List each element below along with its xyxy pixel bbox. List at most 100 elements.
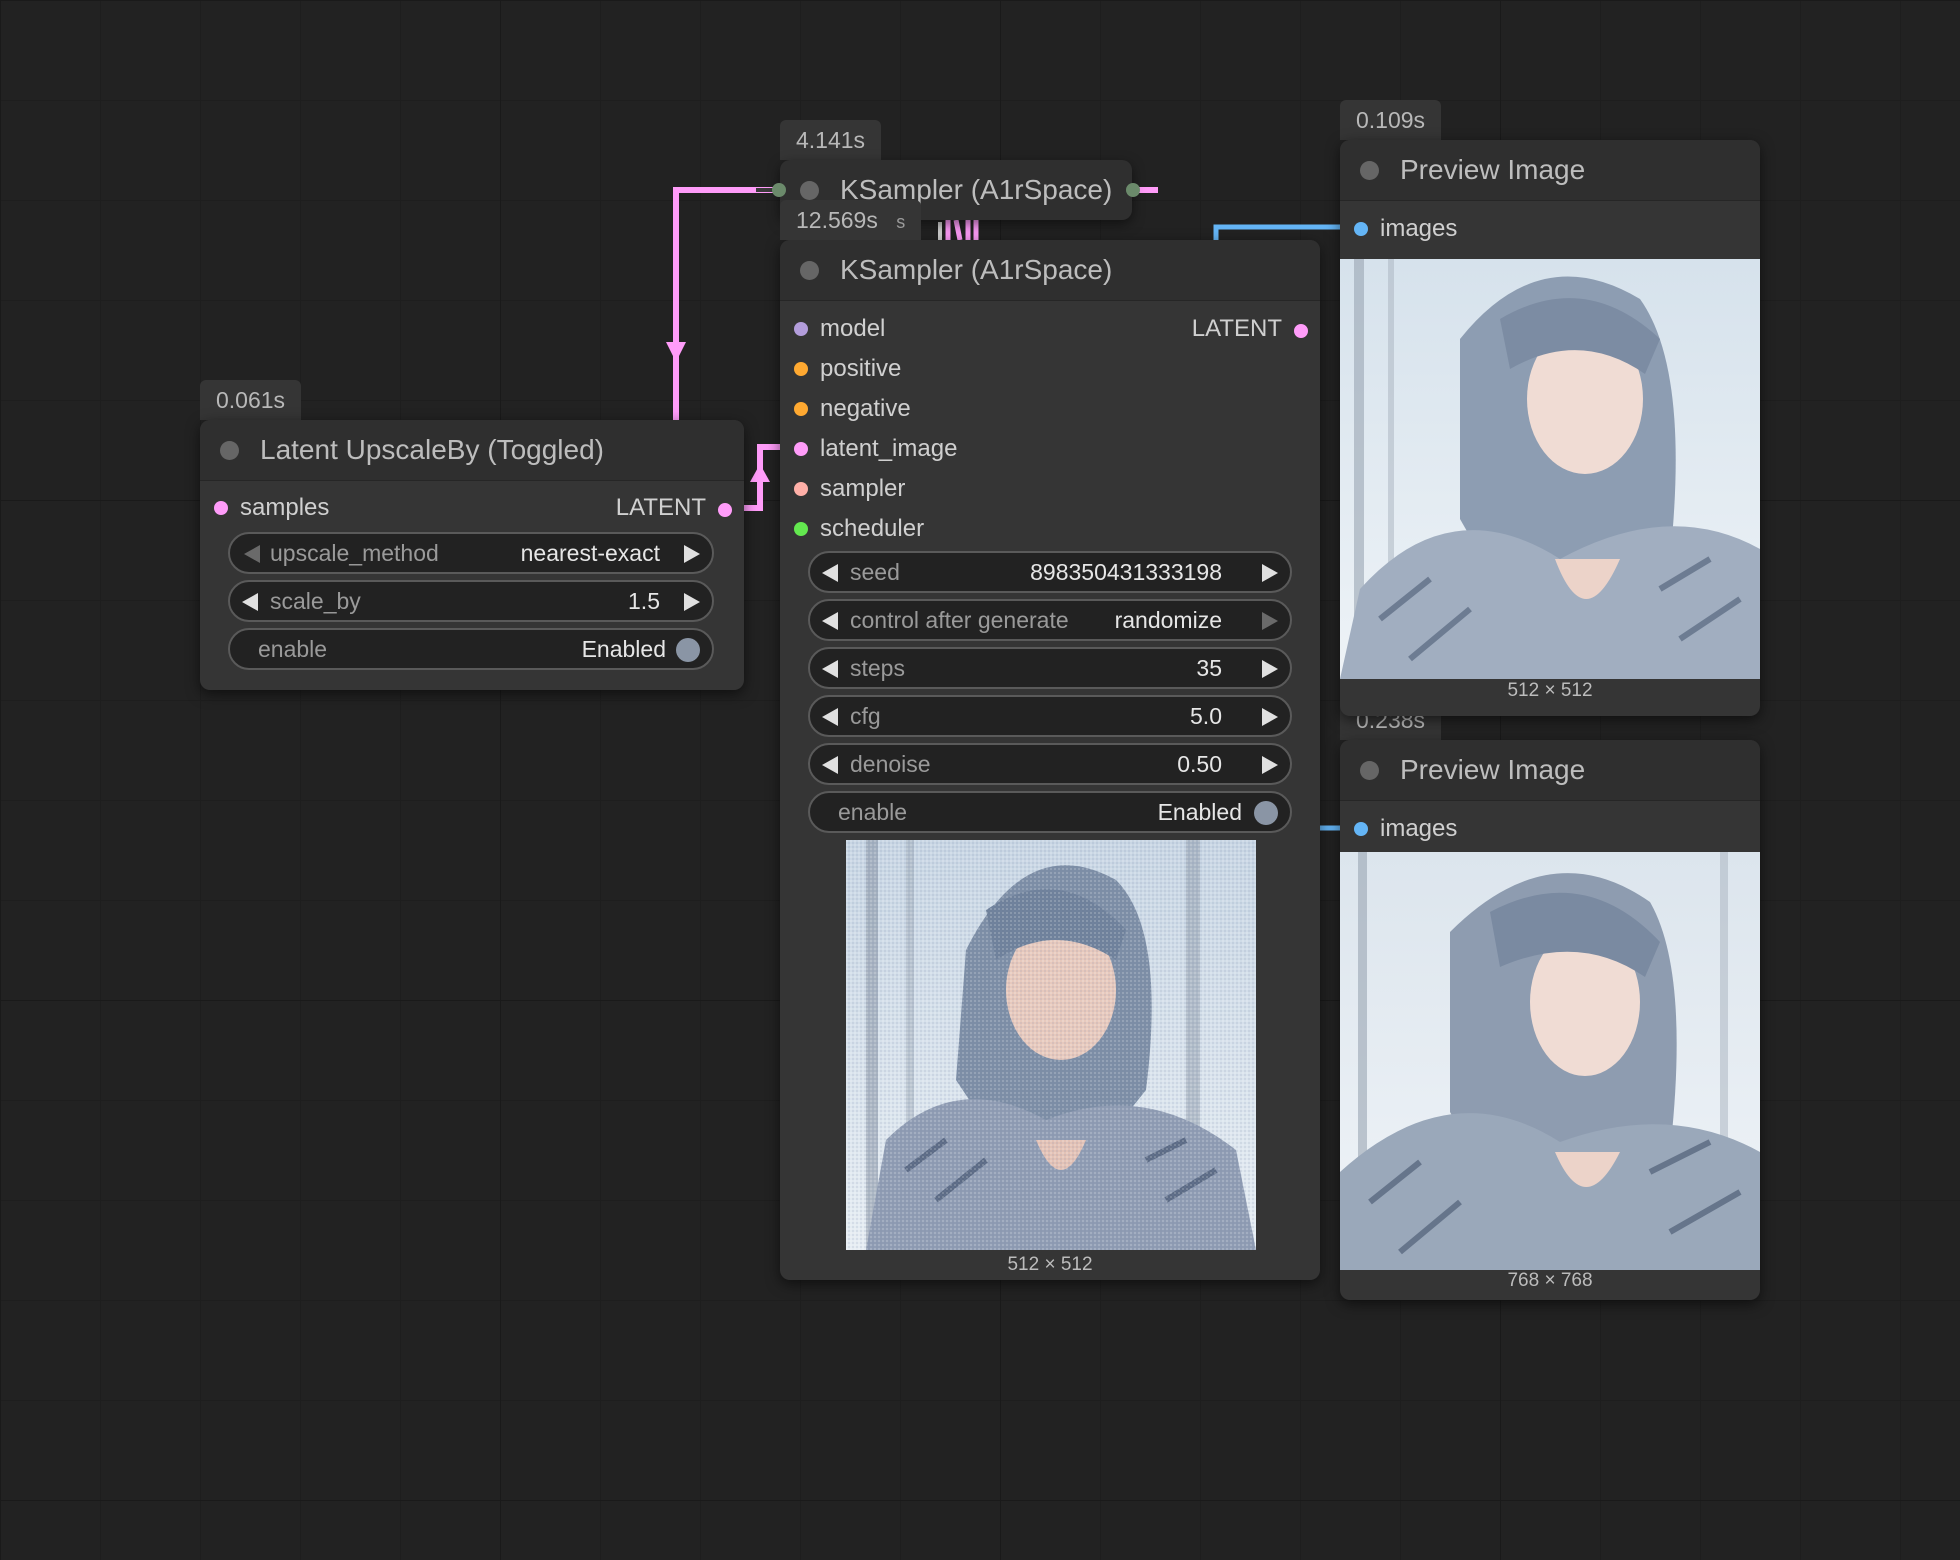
node-title: Preview Image — [1400, 754, 1586, 785]
increment-arrow-icon[interactable] — [1262, 756, 1278, 774]
denoise-number[interactable]: denoise 0.50 — [808, 743, 1292, 785]
widget-label: seed — [850, 559, 900, 585]
timing-suffix: s — [896, 212, 906, 232]
input-slot-latent-image[interactable] — [794, 442, 808, 456]
decrement-arrow-icon[interactable] — [244, 545, 260, 563]
increment-arrow-icon[interactable] — [684, 545, 700, 563]
widget-label: upscale_method — [270, 540, 439, 566]
increment-arrow-icon[interactable] — [684, 593, 700, 611]
widget-label: enable — [258, 636, 328, 662]
output-slot-latent[interactable] — [1292, 322, 1310, 340]
node-status-dot — [220, 441, 239, 460]
preview-image-node-top[interactable]: Preview Image images 512 × 512 — [1340, 140, 1760, 716]
decrement-arrow-icon[interactable] — [242, 593, 258, 611]
widget-value: nearest-exact — [520, 540, 660, 566]
node-title: KSampler (A1rSpace) — [840, 254, 1113, 285]
latent-upscale-node[interactable]: Latent UpscaleBy (Toggled) samples LATEN… — [200, 420, 744, 690]
decrement-arrow-icon[interactable] — [822, 660, 838, 678]
seed-number[interactable]: seed 898350431333198 — [808, 551, 1292, 593]
widget-value: 35 — [1196, 655, 1222, 681]
node-header[interactable]: KSampler (A1rSpace) — [780, 240, 1320, 301]
preview-image-768[interactable] — [1340, 852, 1760, 1270]
decrement-arrow-icon[interactable] — [822, 564, 838, 582]
widget-value: Enabled — [1157, 799, 1242, 825]
preview-image-node-bottom[interactable]: Preview Image images 768 × 768 — [1340, 740, 1760, 1300]
enable-toggle[interactable]: enable Enabled — [808, 791, 1292, 833]
slot-row-positive: positive — [780, 349, 1080, 389]
node-title: Preview Image — [1400, 154, 1586, 185]
ksampler-node[interactable]: KSampler (A1rSpace) model LATENT positiv… — [780, 240, 1320, 1280]
widget-label: cfg — [850, 703, 881, 729]
timing-badge-latent-upscale: 0.061s — [200, 380, 302, 420]
node-header[interactable]: Preview Image — [1340, 140, 1760, 201]
input-slot-positive[interactable] — [794, 362, 808, 376]
image-link-to-preview-top — [1213, 224, 1345, 240]
input-slot-sampler[interactable] — [794, 482, 808, 496]
increment-arrow-icon[interactable] — [1262, 660, 1278, 678]
slot-row-latent-image: latent_image — [780, 429, 1080, 469]
node-header[interactable]: Preview Image — [1340, 740, 1760, 801]
scale-by-number[interactable]: scale_by 1.5 — [228, 580, 714, 622]
enable-toggle[interactable]: enable Enabled — [228, 628, 714, 670]
increment-arrow-icon[interactable] — [1262, 612, 1278, 630]
toggle-knob-icon[interactable] — [1254, 801, 1278, 825]
collapsed-node-link-stubs — [945, 219, 979, 241]
output-slot-latent[interactable] — [716, 501, 734, 519]
input-slot-scheduler[interactable] — [794, 522, 808, 536]
cfg-number[interactable]: cfg 5.0 — [808, 695, 1292, 737]
control-after-generate-combo[interactable]: control after generate randomize — [808, 599, 1292, 641]
widget-label: denoise — [850, 751, 931, 777]
widget-label: control after generate — [850, 607, 1069, 633]
node-graph-canvas[interactable]: 4.141s 0.109s 0.061s 0.238s KSampler (A1… — [0, 0, 1960, 1560]
input-label-samples: samples — [240, 494, 330, 521]
node-status-dot — [800, 261, 819, 280]
input-slot-images[interactable] — [1354, 222, 1368, 236]
slot-row-images: images — [1340, 209, 1640, 249]
collapsed-output-dot[interactable] — [1126, 183, 1140, 197]
input-slot-model[interactable] — [794, 322, 808, 336]
input-label-images: images — [1380, 815, 1458, 842]
increment-arrow-icon[interactable] — [1262, 708, 1278, 726]
image-size-caption: 512 × 512 — [1507, 680, 1593, 701]
input-slot-samples[interactable] — [214, 501, 228, 515]
widget-value: 0.50 — [1177, 751, 1222, 777]
slot-row-scheduler: scheduler — [780, 509, 1080, 549]
increment-arrow-icon[interactable] — [1262, 564, 1278, 582]
latent-link-collapsed-to-upscale — [673, 187, 780, 420]
input-label-latent-image: latent_image — [820, 435, 958, 462]
collapsed-input-dot[interactable] — [772, 183, 786, 197]
toggle-knob-icon[interactable] — [676, 638, 700, 662]
timing-badge-ksampler-main: 12.569s s — [780, 200, 922, 240]
link-direction-arrow-2 — [750, 464, 770, 482]
output-label-latent: LATENT — [1191, 315, 1282, 342]
node-status-dot — [1360, 161, 1379, 180]
timing-value: 12.569s — [796, 207, 878, 233]
timing-badge-ksampler-top: 4.141s — [780, 120, 882, 160]
input-label-positive: positive — [820, 355, 902, 382]
slot-row-images: images — [1340, 809, 1640, 849]
node-header[interactable]: Latent UpscaleBy (Toggled) — [200, 420, 744, 481]
widget-value: randomize — [1114, 607, 1222, 633]
widget-value: 5.0 — [1190, 703, 1222, 729]
decrement-arrow-icon[interactable] — [822, 756, 838, 774]
slot-row-samples: samples LATENT — [200, 488, 744, 528]
link-direction-arrow — [666, 342, 686, 362]
preview-image-512[interactable] — [1340, 259, 1760, 679]
node-status-dot — [1360, 761, 1379, 780]
input-label-images: images — [1380, 215, 1458, 242]
widget-label: enable — [838, 799, 908, 825]
upscale-method-combo[interactable]: upscale_method nearest-exact — [228, 532, 714, 574]
timing-badge-preview-top: 0.109s — [1340, 100, 1442, 140]
node-title: Latent UpscaleBy (Toggled) — [260, 434, 604, 465]
steps-number[interactable]: steps 35 — [808, 647, 1292, 689]
widget-value: Enabled — [581, 636, 666, 662]
input-label-scheduler: scheduler — [820, 515, 925, 542]
input-label-negative: negative — [820, 395, 911, 422]
decrement-arrow-icon[interactable] — [822, 612, 838, 630]
input-slot-images[interactable] — [1354, 822, 1368, 836]
decrement-arrow-icon[interactable] — [822, 708, 838, 726]
image-size-caption: 512 × 512 — [1007, 1254, 1093, 1275]
widget-label: scale_by — [270, 588, 361, 614]
slot-row-sampler: sampler — [780, 469, 1080, 509]
input-slot-negative[interactable] — [794, 402, 808, 416]
